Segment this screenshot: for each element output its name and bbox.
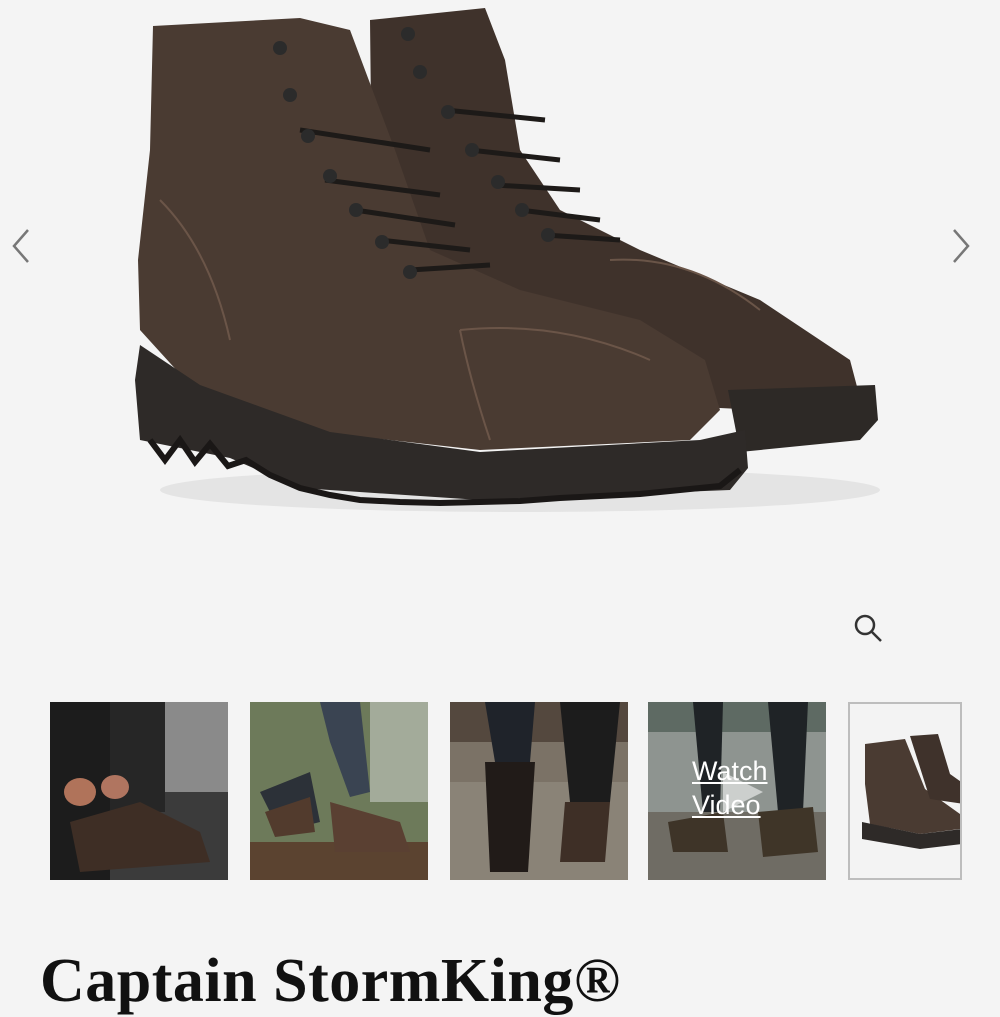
thumbnail-strip: Watch Video	[50, 702, 1000, 882]
thumbnail-image	[50, 702, 228, 880]
thumbnail-image	[850, 704, 960, 878]
thumbnail-lacing-boots[interactable]	[50, 702, 228, 880]
magnifier-icon	[854, 614, 882, 642]
thumbnail-video[interactable]: Watch Video	[648, 702, 826, 880]
next-image-button[interactable]	[950, 228, 990, 268]
zoom-button[interactable]	[852, 612, 894, 654]
boots-hero-image	[135, 8, 880, 512]
thumbnail-sole-view[interactable]	[450, 702, 628, 880]
watch-video-label[interactable]: Watch Video	[692, 754, 792, 822]
previous-image-button[interactable]	[10, 228, 50, 268]
thumbnail-image	[250, 702, 428, 880]
product-image-gallery	[0, 0, 1000, 690]
product-title: Captain StormKing®	[40, 947, 621, 1015]
chevron-right-icon	[953, 229, 970, 263]
thumbnail-product-pair[interactable]	[848, 702, 962, 880]
chevron-left-icon	[12, 229, 29, 263]
thumbnail-image	[450, 702, 628, 880]
thumbnail-walking-on-log[interactable]	[250, 702, 428, 880]
